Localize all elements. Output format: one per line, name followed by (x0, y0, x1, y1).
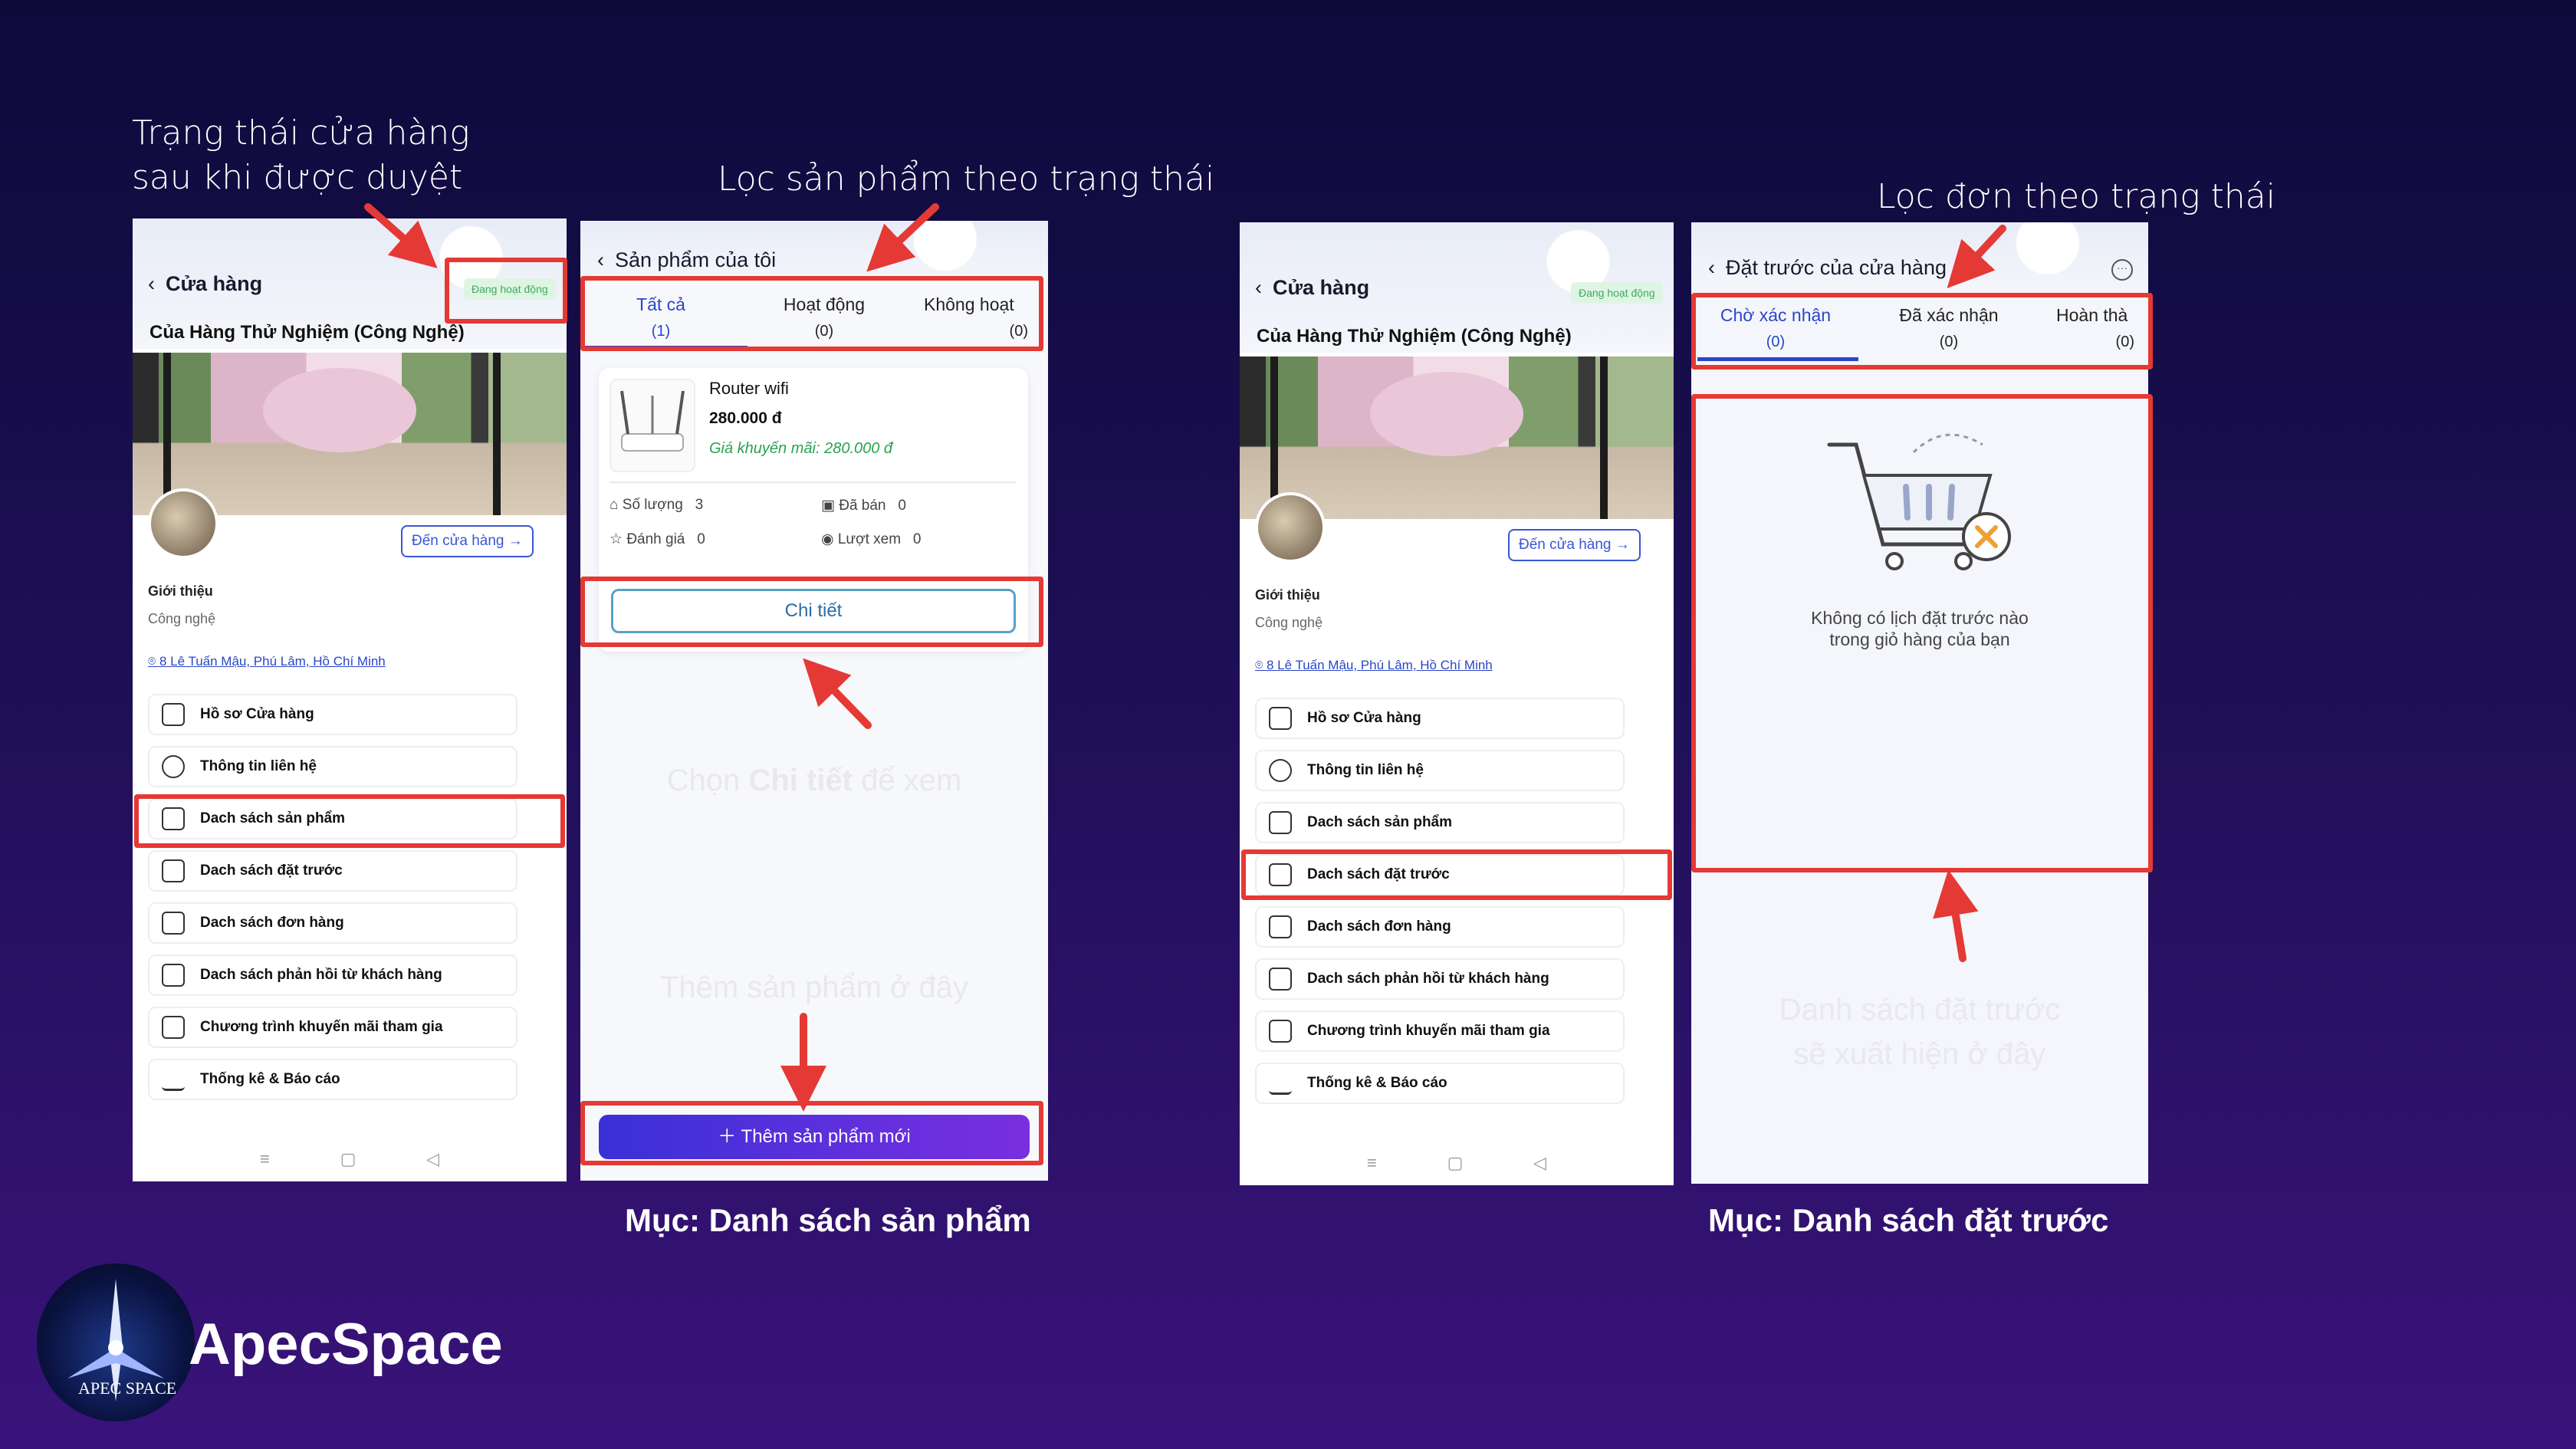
headset-icon (162, 755, 185, 778)
menu-feedback-list[interactable]: Dach sách phản hồi từ khách hàng (148, 955, 518, 996)
stat-views: ◉ Lượt xem 0 (821, 531, 922, 547)
annotation-choose-detail: Chọn Chi tiết để xem (666, 764, 962, 797)
back-icon[interactable]: ◁ (426, 1149, 439, 1169)
store-back-title[interactable]: ‹ Cửa hàng (148, 272, 262, 296)
annotation-add-product-here: Thêm sản phẩm ở đây (660, 971, 968, 1004)
stat-rating: ☆ Đánh giá 0 (610, 531, 705, 547)
home-icon[interactable]: ▢ (1447, 1153, 1464, 1173)
menu-icon[interactable]: ≡ (1367, 1153, 1377, 1173)
store-screen-2: ‹ Cửa hàng Đang hoạt động Của Hàng Thử Ng… (1240, 222, 1674, 1185)
chart-icon (162, 1068, 185, 1091)
intro-label-2: Giới thiệu (1255, 587, 1320, 603)
annotation-filter-products: Lọc sản phẩm theo trạng thái (718, 159, 1215, 199)
store-screen: ‹ Cửa hàng Đang hoạt động Của Hàng Thử Ng… (133, 219, 567, 1181)
store-address-link-2[interactable]: ⌾ 8 Lê Tuấn Mậu, Phú Lâm, Hồ Chí Minh (1255, 658, 1493, 673)
arrow-right-icon: → (1615, 537, 1630, 553)
annotation-preorder-list-appear: Danh sách đặt trước sẽ xuất hiện ở đây (1779, 993, 2061, 1071)
highlight-product-list (134, 794, 565, 848)
chat-icon (1269, 968, 1292, 991)
intro-value: Công nghệ (148, 611, 216, 626)
menu-statistics[interactable]: Thống kê & Báo cáo (148, 1059, 518, 1100)
menu-preorder-list[interactable]: Dach sách đặt trước (148, 850, 518, 892)
router-image (610, 379, 695, 472)
highlight-empty-area (1691, 394, 2153, 872)
store-name-2: Của Hàng Thử Nghiệm (Công Nghệ) (1257, 326, 1572, 347)
eye-icon: ◉ (821, 531, 838, 547)
store-name: Của Hàng Thử Nghiệm (Công Nghệ) (150, 322, 465, 343)
menu-promotions[interactable]: Chương trình khuyến mãi tham gia (148, 1007, 518, 1048)
caption-products: Mục: Danh sách sản phẩm (625, 1202, 1031, 1238)
preorder-icon (162, 859, 185, 882)
products-screen: ‹ Sản phẩm của tôi Tất cả (1) Hoạt động (0)… (580, 221, 1048, 1181)
android-navbar: ≡ ▢ ◁ (133, 1149, 567, 1169)
menu-product-list-2[interactable]: Dach sách sản phẩm (1255, 802, 1625, 843)
go-to-store-button-2[interactable]: Đến cửa hàng → (1508, 529, 1641, 561)
intro-value-2: Công nghệ (1255, 615, 1323, 630)
highlight-status (445, 258, 567, 324)
product-promo-price: Giá khuyến mãi: 280.000 đ (709, 440, 893, 457)
arrow-right-icon: → (508, 533, 523, 549)
menu-feedback-list-2[interactable]: Dach sách phản hồi từ khách hàng (1255, 958, 1625, 1000)
menu-store-profile[interactable]: Hồ sơ Cửa hàng (148, 694, 518, 735)
bag-icon: ▣ (821, 498, 840, 514)
order-icon (162, 912, 185, 935)
highlight-preorder-tabs (1691, 293, 2153, 370)
intro-label: Giới thiệu (148, 583, 213, 599)
products-title-text: Sản phẩm của tôi (615, 248, 777, 271)
store-avatar (148, 488, 219, 559)
store-address-link[interactable]: ⌾ 8 Lê Tuấn Mậu, Phú Lâm, Hồ Chí Minh (148, 654, 386, 669)
chart-icon (1269, 1072, 1292, 1095)
location-pin-icon: ⌾ (148, 654, 159, 669)
brand-name: ApecSpace (189, 1312, 503, 1377)
chat-icon (162, 964, 185, 987)
highlight-preorder-list (1241, 849, 1672, 900)
stat-sold: ▣ Đã bán 0 (821, 498, 906, 514)
back-icon[interactable]: ◁ (1533, 1153, 1546, 1173)
product-name: Router wifi (709, 379, 789, 398)
highlight-detail-button (580, 577, 1043, 647)
product-icon (1269, 811, 1292, 834)
status-badge-2: Đang hoạt động (1571, 282, 1663, 304)
location-pin-icon: ⌾ (1255, 658, 1267, 672)
annotation-store-status: Trạng thái cửa hàng sau khi được duyệt (132, 113, 470, 197)
headset-icon (1269, 759, 1292, 782)
chevron-left-icon: ‹ (1255, 276, 1262, 299)
star-icon: ☆ (610, 531, 627, 547)
highlight-add-button (580, 1101, 1043, 1165)
chat-icon[interactable]: ··· (2111, 259, 2133, 281)
home-icon[interactable]: ▢ (340, 1149, 356, 1169)
preorder-title-text: Đặt trước của cửa hàng (1726, 256, 1947, 279)
menu-contact-info-2[interactable]: Thông tin liên hệ (1255, 750, 1625, 791)
store-icon (1269, 707, 1292, 730)
menu-statistics-2[interactable]: Thống kê & Báo cáo (1255, 1063, 1625, 1104)
menu-promotions-2[interactable]: Chương trình khuyến mãi tham gia (1255, 1010, 1625, 1052)
caption-preorders: Mục: Danh sách đặt trước (1708, 1202, 2109, 1238)
ticket-icon (1269, 1020, 1292, 1043)
home-icon: ⌂ (610, 497, 623, 513)
store-icon (162, 703, 185, 726)
chevron-left-icon: ‹ (597, 248, 604, 271)
go-to-store-button[interactable]: Đến cửa hàng → (401, 525, 534, 557)
ticket-icon (162, 1016, 185, 1039)
store-avatar-2 (1255, 492, 1326, 563)
product-price: 280.000 đ (709, 409, 782, 427)
chevron-left-icon: ‹ (1708, 256, 1715, 279)
menu-store-profile-2[interactable]: Hồ sơ Cửa hàng (1255, 698, 1625, 739)
annotation-filter-orders: Lọc đơn theo trạng thái (1877, 177, 2275, 216)
android-navbar-2: ≡ ▢ ◁ (1240, 1153, 1674, 1173)
store-title-text: Cửa hàng (166, 272, 263, 295)
menu-contact-info[interactable]: Thông tin liên hệ (148, 746, 518, 787)
menu-order-list-2[interactable]: Dach sách đơn hàng (1255, 906, 1625, 948)
menu-icon[interactable]: ≡ (260, 1149, 270, 1169)
logo-text: APEC SPACE (78, 1378, 177, 1398)
chevron-left-icon: ‹ (148, 272, 155, 295)
menu-order-list[interactable]: Dach sách đơn hàng (148, 902, 518, 944)
products-back-title[interactable]: ‹ Sản phẩm của tôi (597, 248, 776, 272)
highlight-product-tabs (580, 276, 1043, 351)
order-icon (1269, 915, 1292, 938)
apecspace-logo: APEC SPACE (37, 1263, 195, 1421)
preorder-back-title[interactable]: ‹ Đặt trước của cửa hàng (1708, 256, 1947, 280)
store-back-title-2[interactable]: ‹ Cửa hàng (1255, 276, 1369, 300)
stat-quantity: ⌂ Số lượng 3 (610, 497, 704, 513)
